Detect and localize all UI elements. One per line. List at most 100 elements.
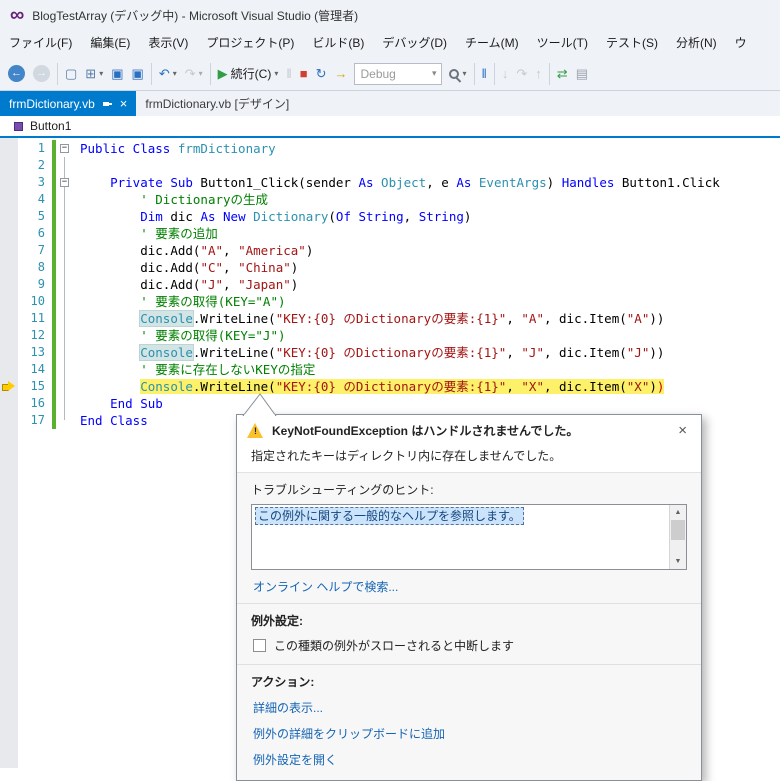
tabbar: frmDictionary.vb × frmDictionary.vb [デザイン]	[0, 91, 780, 116]
window-title: BlogTestArray (デバッグ中) - Microsoft Visual…	[32, 8, 359, 23]
line-number: 11	[30, 311, 45, 325]
code-line-1[interactable]: 1− Public Class frmDictionary	[0, 140, 780, 157]
listbox-scrollbar[interactable]: ▲ ▼	[669, 505, 686, 569]
current-statement-arrow-icon	[2, 381, 16, 392]
tab-1[interactable]: frmDictionary.vb [デザイン]	[136, 91, 298, 116]
visual-studio-logo-icon: ∞	[10, 4, 25, 26]
line-number: 5	[37, 209, 45, 223]
step-into-button[interactable]: ↓	[499, 61, 512, 87]
fold-collapse-icon[interactable]: −	[60, 178, 69, 187]
code-line-7[interactable]: 7 dic.Add("A", "America")	[0, 242, 780, 259]
toolbar-separator	[493, 62, 495, 85]
find-button[interactable]: ▾	[446, 61, 469, 87]
code-line-6[interactable]: 6 ' 要素の追加	[0, 225, 780, 242]
code-line-13[interactable]: 13 Console.WriteLine("KEY:{0} のDictionar…	[0, 344, 780, 361]
toolbar-separator	[473, 62, 475, 85]
continue-icon: ▶	[217, 66, 228, 81]
navigate-backward-button[interactable]: ←	[5, 61, 28, 87]
line-number: 8	[37, 260, 45, 274]
navbar-scope-dropdown[interactable]: Button1	[30, 119, 71, 133]
action-link-2[interactable]: 例外設定を開く	[253, 751, 687, 768]
line-number: 4	[37, 192, 45, 206]
close-tab-icon[interactable]: ×	[120, 97, 128, 110]
code-line-15[interactable]: 15 Console.WriteLine("KEY:{0} のDictionar…	[0, 378, 780, 395]
action-link-1[interactable]: 例外の詳細をクリップボードに追加	[253, 725, 687, 742]
code-line-9[interactable]: 9 dic.Add("J", "Japan")	[0, 276, 780, 293]
code-line-3[interactable]: 3− Private Sub Button1_Click(sender As O…	[0, 174, 780, 191]
menu-item-0[interactable]: ファイル(F)	[0, 30, 81, 57]
code-line-2[interactable]: 2	[0, 157, 780, 174]
break-on-throw-label: この種類の例外がスローされると中断します	[274, 639, 515, 653]
menu-item-10[interactable]: ウ	[726, 30, 756, 57]
chevron-down-icon: ▾	[462, 69, 467, 78]
list-button[interactable]: ▤	[573, 61, 591, 87]
tab-0[interactable]: frmDictionary.vb ×	[0, 91, 137, 116]
exception-dialog-header: ! KeyNotFoundException はハンドルされませんでした。 ×	[237, 415, 701, 443]
menu-item-2[interactable]: 表示(V)	[139, 30, 197, 57]
scroll-up-icon[interactable]: ▲	[670, 505, 686, 520]
action-link-0[interactable]: 詳細の表示...	[253, 699, 687, 716]
navigation-bar: Button1	[0, 116, 780, 138]
close-icon[interactable]: ×	[674, 422, 691, 439]
sync-button[interactable]: ⇄	[554, 61, 571, 87]
exception-settings-section: 例外設定: この種類の例外がスローされると中断します	[237, 604, 701, 654]
save-button[interactable]: ▣	[108, 61, 126, 87]
menu-item-9[interactable]: 分析(N)	[667, 30, 726, 57]
step-out-button[interactable]: ↑	[532, 61, 545, 87]
code-lines: 1− Public Class frmDictionary 2 3− Private …	[0, 138, 780, 429]
break-all-2-icon: ‖	[481, 66, 487, 81]
code-line-14[interactable]: 14 ' 要素に存在しないKEYの指定	[0, 361, 780, 378]
menu-item-4[interactable]: ビルド(B)	[303, 30, 373, 57]
toolbar: ← → ▢ ⊞ ▾ ▣ ▣ ↶ ▾ ↷ ▾ ▶ 続行(C) ▾ ‖ ■ ↻ → Debug ▾ ▾ ‖ ↓ ↷ ↑ ⇄ ▤	[0, 57, 780, 91]
add-new-item-button[interactable]: ⊞ ▾	[82, 61, 106, 87]
stop-debugging-button[interactable]: ■	[297, 61, 311, 87]
menubar: ファイル(F) 編集(E) 表示(V) プロジェクト(P) ビルド(B) デバッグ(D) チ…	[0, 30, 780, 57]
menu-item-6[interactable]: チーム(M)	[456, 30, 528, 57]
code-line-12[interactable]: 12 ' 要素の取得(KEY="J")	[0, 327, 780, 344]
exception-message: 指定されたキーはディレクトリ内に存在しませんでした。	[237, 443, 701, 473]
fold-collapse-icon[interactable]: −	[60, 144, 69, 153]
line-number: 14	[30, 362, 45, 376]
break-all-button[interactable]: ‖	[283, 61, 294, 87]
continue-button[interactable]: ▶ 続行(C) ▾	[215, 61, 282, 87]
code-line-8[interactable]: 8 dic.Add("C", "China")	[0, 259, 780, 276]
menu-item-1[interactable]: 編集(E)	[81, 30, 139, 57]
pin-icon[interactable]	[102, 99, 113, 109]
code-line-16[interactable]: 16 End Sub	[0, 395, 780, 412]
scrollbar-thumb[interactable]	[671, 520, 685, 540]
code-line-5[interactable]: 5 Dim dic As New Dictionary(Of String, S…	[0, 208, 780, 225]
code-line-4[interactable]: 4 ' Dictionaryの生成	[0, 191, 780, 208]
navigate-forward-button[interactable]: →	[30, 61, 53, 87]
menu-item-3[interactable]: プロジェクト(P)	[197, 30, 303, 57]
menu-item-8[interactable]: テスト(S)	[597, 30, 667, 57]
menu-item-5[interactable]: デバッグ(D)	[373, 30, 456, 57]
line-number: 9	[37, 277, 45, 291]
redo-button[interactable]: ↷ ▾	[182, 61, 206, 87]
hint-item[interactable]: この例外に関する一般的なヘルプを参照します。	[255, 507, 524, 525]
scroll-down-icon[interactable]: ▼	[670, 554, 686, 569]
undo-button[interactable]: ↶ ▾	[156, 61, 180, 87]
show-next-statement-button[interactable]: →	[331, 61, 350, 87]
code-line-10[interactable]: 10 ' 要素の取得(KEY="A")	[0, 293, 780, 310]
step-over-button[interactable]: ↷	[513, 61, 530, 87]
solution-configuration-combo[interactable]: Debug ▾	[354, 62, 443, 85]
break-all-2-button[interactable]: ‖	[479, 61, 490, 87]
menu-item-7[interactable]: ツール(T)	[528, 30, 597, 57]
restart-button[interactable]: ↻	[313, 61, 330, 87]
tab-label: frmDictionary.vb	[9, 96, 95, 111]
method-icon	[14, 121, 23, 131]
tab-label: frmDictionary.vb [デザイン]	[145, 97, 290, 111]
tips-listbox[interactable]: この例外に関する一般的なヘルプを参照します。 ▲ ▼	[251, 504, 687, 570]
break-on-throw-checkbox[interactable]	[253, 639, 266, 652]
break-all-icon: ‖	[286, 66, 292, 81]
search-online-help-link[interactable]: オンライン ヘルプで検索...	[253, 578, 398, 595]
save-icon: ▣	[111, 66, 124, 81]
warning-icon: !	[247, 423, 264, 438]
save-all-button[interactable]: ▣	[129, 61, 147, 87]
code-line-11[interactable]: 11 Console.WriteLine("KEY:{0} のDictionar…	[0, 310, 780, 327]
navigate-forward-icon: →	[33, 65, 50, 82]
save-all-icon: ▣	[131, 66, 144, 81]
magnifier-icon	[449, 68, 462, 83]
line-number: 1	[37, 141, 45, 155]
new-window-button[interactable]: ▢	[62, 61, 80, 87]
